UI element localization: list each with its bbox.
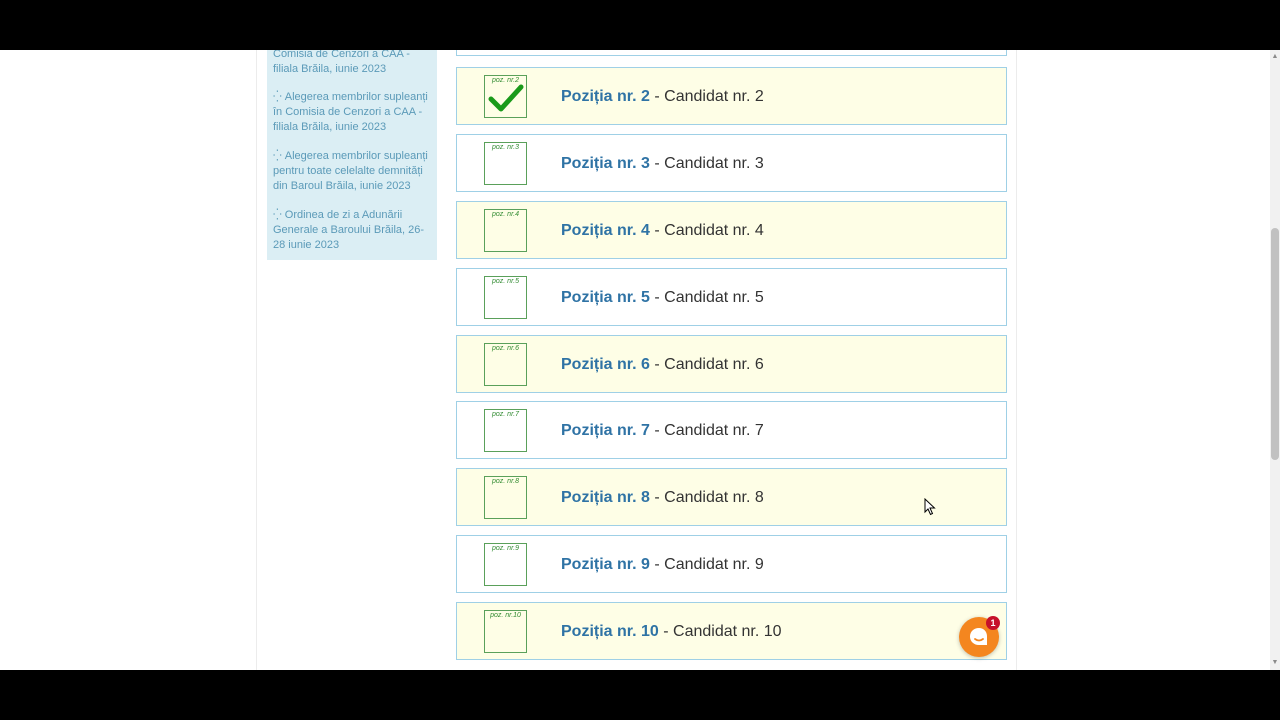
candidate-name: Candidat nr. 6 [664,356,764,373]
separator: - [649,422,665,439]
candidate-name: Candidat nr. 7 [664,422,764,439]
candidate-label: Poziția nr. 8 - Candidat nr. 8 [561,488,764,508]
candidate-label: Poziția nr. 9 - Candidat nr. 9 [561,555,764,575]
checkbox-position-label: poz. nr.4 [492,211,519,218]
sidebar-link-label: Alegerea membrilor supleanți pentru toat… [273,150,428,192]
checkbox-position-label: poz. nr.3 [492,144,519,151]
checkbox-position-label: poz. nr.6 [492,345,519,352]
candidate-name: Candidat nr. 2 [664,88,764,105]
separator: - [649,155,665,172]
vote-checkbox[interactable]: poz. nr.6 [484,343,527,386]
position-number: Poziția nr. 5 [561,289,650,306]
chat-widget-button[interactable]: 1 [959,616,1000,657]
page-content: Comisia de Cenzori a CAA - filiala Brăil… [256,50,1017,670]
scroll-up-arrow-icon[interactable]: ▲ [1270,52,1280,62]
vote-checkbox[interactable]: poz. nr.3 [484,142,527,185]
ballot-row[interactable]: poz. nr.3 Poziția nr. 3 - Candidat nr. 3 [456,134,1007,192]
vote-checkbox[interactable]: poz. nr.7 [484,409,527,452]
checkbox-position-label: poz. nr.9 [492,545,519,552]
checkmark-icon [488,84,524,112]
chat-notification-badge: 1 [986,616,1000,630]
page-scrollbar[interactable]: ▲ ▼ [1270,50,1280,670]
sidebar-link-label: Ordinea de zi a Adunării Generale a Baro… [273,209,425,251]
checkbox-position-label: poz. nr.7 [492,411,519,418]
separator: - [649,289,665,306]
position-number: Poziția nr. 4 [561,222,650,239]
ballot-row[interactable]: poz. nr.9 Poziția nr. 9 - Candidat nr. 9 [456,535,1007,593]
vote-checkbox[interactable]: poz. nr.5 [484,276,527,319]
ballot-row[interactable]: poz. nr.4 Poziția nr. 4 - Candidat nr. 4 [456,201,1007,259]
separator: - [658,623,674,640]
candidate-label: Poziția nr. 7 - Candidat nr. 7 [561,421,764,441]
candidate-label: Poziția nr. 4 - Candidat nr. 4 [561,221,764,241]
candidate-name: Candidat nr. 8 [664,489,764,506]
mouse-cursor-icon [924,498,936,516]
position-number: Poziția nr. 9 [561,556,650,573]
ballot-row[interactable]: poz. nr.7 Poziția nr. 7 - Candidat nr. 7 [456,401,1007,459]
vote-checkbox[interactable]: poz. nr.2 [484,75,527,118]
candidate-label: Poziția nr. 2 - Candidat nr. 2 [561,87,764,107]
separator: - [649,556,665,573]
vote-checkbox[interactable]: poz. nr.9 [484,543,527,586]
candidate-name: Candidat nr. 9 [664,556,764,573]
ballot-row[interactable] [456,50,1007,56]
ballot-row[interactable]: poz. nr.2 Poziția nr. 2 - Candidat nr. 2 [456,67,1007,125]
candidate-name: Candidat nr. 4 [664,222,764,239]
sidebar-link-label: Alegerea membrilor supleanți în Comisia … [273,91,428,133]
ballot-row[interactable]: poz. nr.10 Poziția nr. 10 - Candidat nr.… [456,602,1007,660]
separator: - [649,88,665,105]
position-number: Poziția nr. 6 [561,356,650,373]
sidebar-link-cenzori[interactable]: Comisia de Cenzori a CAA - filiala Brăil… [273,50,431,77]
ballot-row[interactable]: poz. nr.5 Poziția nr. 5 - Candidat nr. 5 [456,268,1007,326]
sidebar-link-supleanti-demnitati[interactable]: ⁛ Alegerea membrilor supleanți pentru toa… [273,149,431,194]
sidebar-link-supleanti-cenzori[interactable]: ⁛ Alegerea membrilor supleanți în Comisia… [273,90,431,135]
position-number: Poziția nr. 8 [561,489,650,506]
ballot-row[interactable]: poz. nr.6 Poziția nr. 6 - Candidat nr. 6 [456,335,1007,393]
position-number: Poziția nr. 10 [561,623,659,640]
position-number: Poziția nr. 7 [561,422,650,439]
bullet-icon: ⁛ [273,209,282,221]
browser-viewport: Comisia de Cenzori a CAA - filiala Brăil… [0,50,1280,670]
sidebar-link-ordinea-de-zi[interactable]: ⁛ Ordinea de zi a Adunării Generale a Bar… [273,208,431,253]
candidate-name: Candidat nr. 5 [664,289,764,306]
sidebar-link-label: Comisia de Cenzori a CAA - filiala Brăil… [273,50,410,75]
position-number: Poziția nr. 3 [561,155,650,172]
vote-checkbox[interactable]: poz. nr.8 [484,476,527,519]
separator: - [649,222,665,239]
bullet-icon: ⁛ [273,150,282,162]
candidate-name: Candidat nr. 10 [673,623,782,640]
candidate-label: Poziția nr. 3 - Candidat nr. 3 [561,154,764,174]
candidate-label: Poziția nr. 6 - Candidat nr. 6 [561,355,764,375]
chat-bubble-icon [970,628,987,645]
sidebar-menu: Comisia de Cenzori a CAA - filiala Brăil… [267,50,437,260]
ballot-row[interactable]: poz. nr.8 Poziția nr. 8 - Candidat nr. 8 [456,468,1007,526]
checkbox-position-label: poz. nr.10 [490,612,521,619]
checkbox-position-label: poz. nr.5 [492,278,519,285]
bullet-icon: ⁛ [273,91,282,103]
candidate-label: Poziția nr. 10 - Candidat nr. 10 [561,622,782,642]
checkbox-position-label: poz. nr.8 [492,478,519,485]
position-number: Poziția nr. 2 [561,88,650,105]
vote-checkbox[interactable]: poz. nr.4 [484,209,527,252]
separator: - [649,489,665,506]
candidate-name: Candidat nr. 3 [664,155,764,172]
candidate-label: Poziția nr. 5 - Candidat nr. 5 [561,288,764,308]
scroll-down-arrow-icon[interactable]: ▼ [1270,658,1280,668]
separator: - [649,356,665,373]
scrollbar-thumb[interactable] [1271,228,1279,460]
vote-checkbox[interactable]: poz. nr.10 [484,610,527,653]
